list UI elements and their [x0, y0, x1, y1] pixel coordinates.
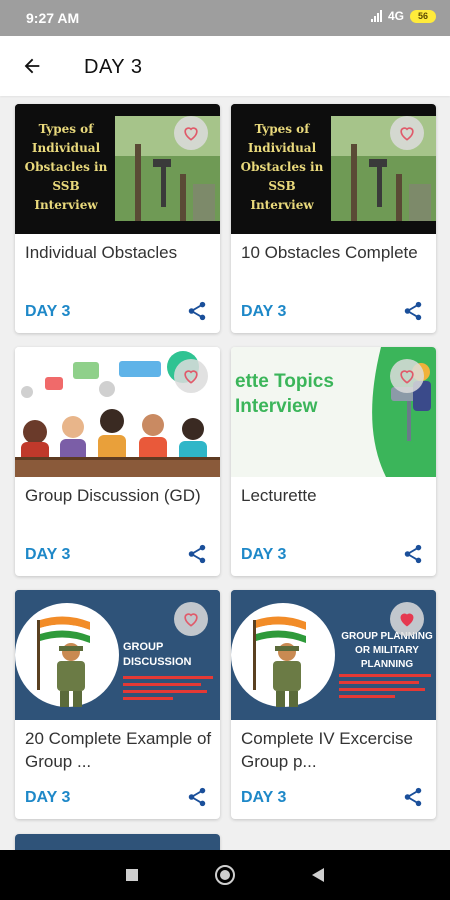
page-title: DAY 3: [84, 56, 143, 78]
thumbnail-caption: GROUP PLANNING OR MILITARY PLANNING: [341, 631, 433, 670]
status-bar: 9:27 AM 4G 56: [0, 0, 450, 36]
video-card[interactable]: Group Discussion (GD) DAY 3: [15, 347, 220, 576]
video-card-partial[interactable]: [15, 834, 220, 850]
signal-icon: [370, 10, 382, 22]
status-indicators: 4G 56: [370, 9, 436, 23]
card-day-label: DAY 3: [241, 789, 287, 806]
share-icon: [188, 787, 206, 807]
share-button[interactable]: [186, 786, 208, 808]
video-card[interactable]: ette Topics Interview Lecturette DAY 3: [231, 347, 436, 576]
video-card[interactable]: Types of Individual Obstacles in SSB Int…: [231, 104, 436, 333]
share-button[interactable]: [402, 786, 424, 808]
card-day-label: DAY 3: [25, 789, 71, 806]
thumbnail-caption: Types of Individual Obstacles in SSB Int…: [240, 122, 324, 212]
back-nav-button[interactable]: [306, 863, 330, 887]
card-day-label: DAY 3: [25, 303, 71, 320]
status-time: 9:27 AM: [26, 10, 80, 26]
card-title: 20 Complete Example of Group ...: [25, 727, 213, 773]
share-button[interactable]: [402, 543, 424, 565]
card-title: Group Discussion (GD): [25, 486, 201, 505]
thumbnail-caption: GROUP DISCUSSION: [123, 641, 192, 668]
card-day-label: DAY 3: [241, 303, 287, 320]
heart-icon: [184, 127, 198, 141]
network-type: 4G: [387, 9, 404, 23]
card-thumbnail: [15, 834, 220, 850]
triangle-back-icon: [312, 868, 324, 882]
card-thumbnail: [15, 347, 220, 477]
card-thumbnail: Types of Individual Obstacles in SSB Int…: [231, 104, 436, 234]
card-thumbnail: ette Topics Interview: [231, 347, 436, 477]
card-title: 10 Obstacles Complete: [241, 243, 418, 262]
card-thumbnail: GROUP PLANNING OR MILITARY PLANNING: [231, 590, 436, 720]
video-grid: Types of Individual Obstacles in SSB Int…: [0, 96, 450, 850]
video-card[interactable]: Types of Individual Obstacles in SSB Int…: [15, 104, 220, 333]
card-title-text: 20 Complete Example of Group ...: [25, 729, 212, 771]
favorite-button[interactable]: [390, 116, 424, 150]
favorite-button[interactable]: [174, 602, 208, 636]
system-navigation-bar: [0, 850, 450, 900]
app-bar: DAY 3: [0, 36, 450, 96]
card-thumbnail: GROUP DISCUSSION: [15, 590, 220, 720]
card-day-label: DAY 3: [241, 546, 287, 563]
favorite-button[interactable]: [390, 602, 424, 636]
card-title: Complete IV Excercise Group p...: [241, 727, 429, 773]
favorite-button[interactable]: [174, 359, 208, 393]
share-button[interactable]: [402, 300, 424, 322]
card-day-label: DAY 3: [25, 546, 71, 563]
thumbnail-caption: Types of Individual Obstacles in SSB Int…: [24, 122, 108, 212]
share-icon: [404, 787, 422, 807]
favorite-button[interactable]: [174, 116, 208, 150]
arrow-left-icon: [24, 58, 40, 74]
share-button[interactable]: [186, 300, 208, 322]
recents-button[interactable]: [120, 863, 144, 887]
heart-icon: [184, 370, 198, 384]
card-thumbnail: Types of Individual Obstacles in SSB Int…: [15, 104, 220, 234]
back-button[interactable]: [16, 50, 48, 82]
share-icon: [404, 544, 422, 564]
heart-icon: [184, 613, 198, 627]
battery-icon: 56: [410, 9, 436, 23]
card-title: Lecturette: [241, 486, 317, 505]
square-icon: [126, 869, 138, 881]
battery-level: 56: [417, 11, 428, 21]
home-circle-icon: [215, 865, 235, 885]
favorite-button[interactable]: [390, 359, 424, 393]
video-card[interactable]: GROUP PLANNING OR MILITARY PLANNING Comp…: [231, 590, 436, 819]
share-icon: [188, 301, 206, 321]
share-icon: [188, 544, 206, 564]
video-card[interactable]: GROUP DISCUSSION 20 Complete Example of …: [15, 590, 220, 819]
heart-icon: [400, 127, 414, 141]
card-title: Individual Obstacles: [25, 243, 178, 262]
heart-filled-icon: [400, 613, 414, 627]
share-icon: [404, 301, 422, 321]
home-button[interactable]: [213, 863, 237, 887]
heart-icon: [400, 370, 414, 384]
thumbnail-caption: ette Topics Interview: [235, 371, 334, 417]
share-button[interactable]: [186, 543, 208, 565]
card-title-text: Complete IV Excercise Group p...: [241, 729, 413, 771]
